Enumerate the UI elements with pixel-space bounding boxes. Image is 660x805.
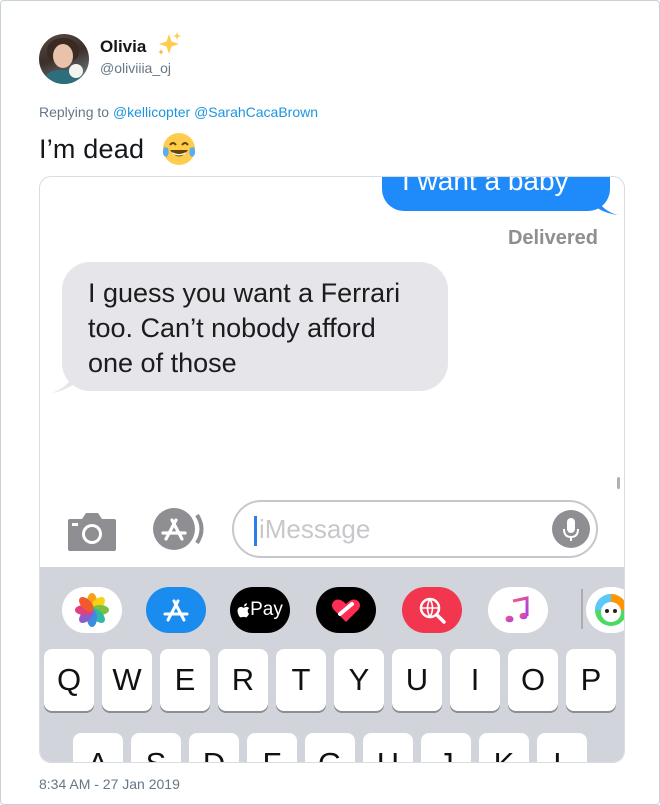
key-j[interactable]: J [421,733,471,762]
key-s[interactable]: S [131,733,181,762]
scroll-indicator[interactable] [617,477,620,489]
bubble-tail [596,197,618,215]
microphone-button[interactable] [552,510,590,548]
photos-flower-icon [75,593,109,627]
display-name[interactable]: Olivia [100,37,146,57]
key-r[interactable]: R [218,649,268,711]
apple-pay-label: Pay [250,599,283,620]
app-divider [581,589,583,629]
mention-link[interactable]: @kellicopter [113,104,190,120]
message-line: too. Can’t nobody afford [88,313,376,343]
key-i[interactable]: I [450,649,500,711]
apple-logo-icon [237,602,250,617]
key-a[interactable]: A [73,733,123,762]
tweet-card: Olivia @oliviiia_oj Replying to @kellico… [0,0,660,805]
key-u[interactable]: U [392,649,442,711]
input-placeholder: iMessage [259,514,371,544]
music-note-icon [505,596,529,623]
message-line: one of those [88,348,237,378]
microphone-icon [563,518,579,541]
key-o[interactable]: O [508,649,558,711]
key-w[interactable]: W [102,649,152,711]
key-e[interactable]: E [160,649,210,711]
attached-screenshot[interactable]: I want a baby Delivered I guess you want… [39,176,625,763]
mention-link[interactable]: @SarahCacaBrown [194,104,318,120]
app-store-icon[interactable] [146,587,206,633]
incoming-message-bubble: I guess you want a Ferrari too. Can’t no… [62,262,448,391]
key-p[interactable]: P [566,649,616,711]
globe-search-icon [419,597,446,624]
key-k[interactable]: K [479,733,529,762]
key-t[interactable]: T [276,649,326,711]
replying-to: Replying to @kellicopter @SarahCacaBrown [39,104,318,120]
digital-touch-icon[interactable] [316,587,376,633]
replying-prefix: Replying to [39,104,110,120]
message-line: I guess you want a Ferrari [88,278,401,308]
key-y[interactable]: Y [334,649,384,711]
app-drawer-and-keyboard: Pay Q W E R T Y U I O P [40,567,624,762]
game-app-icon[interactable] [586,587,624,633]
face-with-tears-of-joy-icon [162,133,196,165]
tweet-timestamp[interactable]: 8:34 AM - 27 Jan 2019 [39,776,180,792]
user-handle[interactable]: @oliviiia_oj [100,60,171,76]
app-store-icon[interactable] [148,505,208,553]
key-f[interactable]: F [247,733,297,762]
camera-icon[interactable] [66,509,118,553]
apple-pay-icon[interactable]: Pay [230,587,290,633]
key-d[interactable]: D [189,733,239,762]
text-cursor [254,516,257,546]
tweet-text: I’m dead [39,134,145,164]
avatar[interactable] [39,34,89,84]
outgoing-message-bubble: I want a baby [382,177,610,211]
app-store-glyph-icon [163,599,189,622]
game-character-icon [595,594,624,626]
sparkles-icon [158,32,181,55]
web-search-icon[interactable] [402,587,462,633]
imessage-input[interactable]: iMessage [232,500,598,558]
key-g[interactable]: G [305,733,355,762]
delivered-status: Delivered [507,227,598,249]
key-h[interactable]: H [363,733,413,762]
heart-icon [332,599,360,622]
music-app-icon[interactable] [488,587,548,633]
photos-app-icon[interactable] [62,587,122,633]
key-l[interactable]: L [537,733,587,762]
key-q[interactable]: Q [44,649,94,711]
bubble-tail [52,373,76,393]
